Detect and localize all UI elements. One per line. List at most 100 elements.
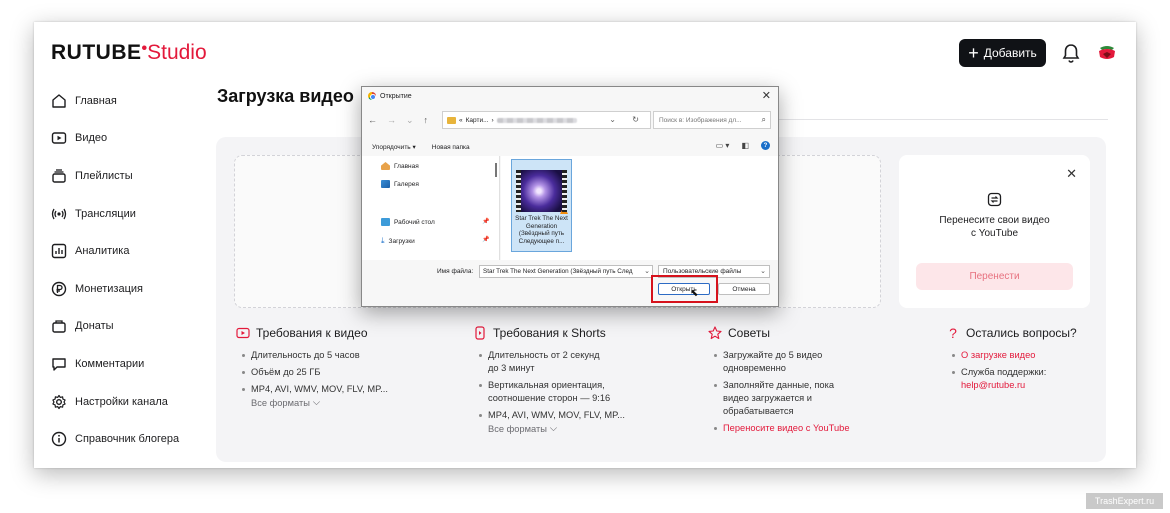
sidebar-item-blogger-guide[interactable]: Справочник блогера [51,420,211,458]
youtube-transfer-link[interactable]: Переносите видео с YouTube [714,422,858,435]
support-email-link[interactable]: help@rutube.ru [961,379,1126,392]
all-formats-link[interactable]: Все форматы ⌵ [236,397,446,408]
list-item: MP4, AVI, WMV, MOV, FLV, MP... [479,409,663,422]
sidebar-item-analytics[interactable]: Аналитика [51,232,211,270]
ruble-icon [51,281,67,296]
comment-icon [52,358,66,371]
title-divider [746,119,1108,120]
sidebar-item-video[interactable]: Видео [51,120,211,158]
desktop-icon [381,218,390,226]
up-arrow-icon[interactable]: ↑ [424,115,429,126]
broadcast-icon [51,208,67,219]
video-requirements: Требования к видео Длительность до 5 час… [236,325,446,408]
forward-arrow-icon[interactable]: → [387,115,396,126]
support-item: Служба поддержки: help@rutube.ru [952,366,1126,392]
vlc-icon [560,206,568,214]
filename-input[interactable]: Star Trek The Next Generation (Звёздный … [479,265,653,278]
gallery-icon [381,180,390,188]
gear-icon [52,394,66,409]
list-item: Вертикальная ориентация, соотношение сто… [479,379,619,405]
dialog-navbar: ← → ⌄ ↑ « Карти... › ⌄ ↻ Поиск в: Изобра… [362,109,778,131]
playlist-icon [52,169,66,183]
list-item: Объём до 25 ГБ [242,366,446,379]
sidebar-item-monetization[interactable]: Монетизация [51,270,211,308]
refresh-icon[interactable]: ↻ [632,115,639,124]
list-item: MP4, AVI, WMV, MOV, FLV, MP... [242,383,446,396]
bell-icon[interactable] [1061,42,1081,64]
new-folder-button[interactable]: Новая папка [432,144,470,151]
navigation-pane: Главная Галерея Рабочий стол 📌 ⤓ Загрузк… [362,156,500,260]
sidebar: Главная Видео Плейлисты Трансляции Анали… [51,82,211,458]
watermark: TrashExpert.ru [1086,493,1163,509]
help-icon[interactable]: ? [761,141,770,150]
donation-icon [52,320,66,334]
nav-item-gallery[interactable]: Галерея [381,180,419,188]
file-name: Star Trek The Next Generation (Звёздный … [515,215,568,245]
transfer-text: Перенесите свои видео с YouTube [939,215,1050,239]
star-icon [708,326,722,340]
close-icon[interactable]: ✕ [762,89,771,102]
sidebar-item-broadcasts[interactable]: Трансляции [51,195,211,233]
chevron-down-icon[interactable]: ⌄ [609,115,616,124]
page-title: Загрузка видео [217,86,354,106]
rutube-studio-logo[interactable]: RUTUBE • Studio [51,40,207,67]
sidebar-item-channel-settings[interactable]: Настройки канала [51,383,211,421]
organize-menu[interactable]: Упорядочить ▾ [372,143,416,151]
home-icon [52,94,66,108]
pin-icon: 📌 [482,237,490,243]
sidebar-item-donations[interactable]: Донаты [51,308,211,346]
mouse-cursor: ⬉ [690,288,699,299]
analytics-icon [51,243,67,259]
nav-item-desktop[interactable]: Рабочий стол 📌 [381,218,489,226]
chrome-icon [368,92,376,100]
video-icon [236,327,250,339]
video-icon [51,132,67,145]
scrollbar[interactable] [495,163,497,177]
sidebar-item-comments[interactable]: Комментарии [51,345,211,383]
preview-pane-icon[interactable]: ◧ [741,141,749,150]
close-icon[interactable]: ✕ [1066,166,1077,182]
questions: ? Остались вопросы? О загрузке видео Слу… [946,325,1126,396]
upload-help-link[interactable]: О загрузке видео [952,349,1126,362]
search-icon: ⌕ [761,115,766,124]
transfer-button[interactable]: Перенести [916,263,1073,290]
view-mode-icon[interactable]: ▭ ▾ [716,141,730,150]
plus-icon: + [968,43,979,63]
video-thumbnail [516,170,568,214]
chevron-down-icon[interactable]: ⌄ [406,115,414,126]
youtube-transfer-card: ✕ Перенесите свои видео с YouTube Перене… [899,155,1090,308]
list-item: Загружайте до 5 видео одновременно [714,349,824,375]
chevron-down-icon: ⌵ [549,423,557,433]
dialog-toolbar: Упорядочить ▾ Новая папка ▭ ▾ ◧ ? [362,140,778,154]
file-open-dialog: Открытие ✕ ← → ⌄ ↑ « Карти... › ⌄ ↻ Поис… [361,86,779,307]
nav-item-downloads[interactable]: ⤓ Загрузки 📌 [381,236,489,246]
all-formats-link[interactable]: Все форматы ⌵ [473,423,663,434]
chevron-down-icon: ⌵ [312,397,320,407]
chevron-down-icon[interactable]: ⌄ [644,267,650,275]
question-icon: ? [949,325,957,341]
dialog-title: Открытие [368,92,412,100]
blurred-path [496,117,577,123]
download-icon: ⤓ [381,236,385,245]
file-area: Star Trek The Next Generation (Звёздный … [501,156,778,260]
nav-item-home[interactable]: Главная [381,162,419,170]
chevron-right-icon: › [491,116,494,124]
folder-icon [447,116,456,124]
list-item: Длительность до 5 часов [242,349,446,362]
search-input[interactable]: Поиск в: Изображения дл... ⌕ [653,111,771,129]
sidebar-item-playlists[interactable]: Плейлисты [51,157,211,195]
shorts-requirements: Требования к Shorts Длительность от 2 се… [473,325,663,434]
highlight-box [651,275,718,303]
cancel-button[interactable]: Отмена [718,283,770,295]
file-item[interactable]: Star Trek The Next Generation (Звёздный … [511,159,572,252]
back-arrow-icon[interactable]: ← [368,115,377,126]
add-button[interactable]: + Добавить [959,39,1046,67]
list-item: Заполняйте данные, пока видео загружаетс… [714,379,839,418]
list-item: Длительность от 2 секунд до 3 минут [479,349,609,375]
avatar[interactable] [1097,42,1117,62]
transfer-icon [987,192,1002,207]
sidebar-item-home[interactable]: Главная [51,82,211,120]
address-bar[interactable]: « Карти... › ⌄ ↻ [442,111,651,129]
shorts-icon [475,326,485,340]
pin-icon: 📌 [482,219,490,225]
